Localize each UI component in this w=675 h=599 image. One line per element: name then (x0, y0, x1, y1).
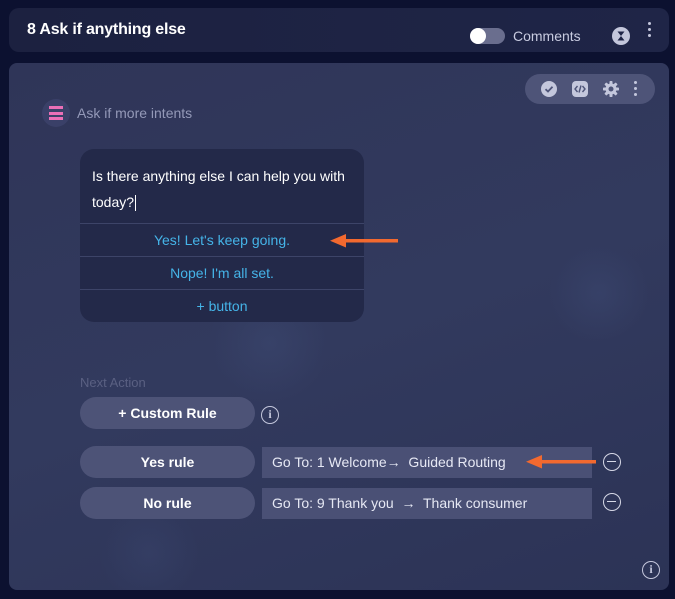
add-button[interactable]: + button (80, 289, 364, 322)
yes-rule-button[interactable]: Yes rule (80, 446, 255, 478)
remove-rule-icon[interactable] (603, 493, 621, 511)
no-rule-goto[interactable]: Go To: 9 Thank you → Thank consumer (262, 488, 592, 519)
no-rule-button[interactable]: No rule (80, 487, 255, 519)
message-text[interactable]: Is there anything else I can help you wi… (92, 163, 357, 215)
interaction-title: 8 Ask if anything else (27, 21, 186, 38)
message-card: Is there anything else I can help you wi… (80, 149, 364, 322)
annotation-arrow-icon (526, 455, 596, 469)
custom-rule-button[interactable]: + Custom Rule (80, 397, 255, 429)
annotation-arrow-icon (330, 234, 398, 248)
toggle-knob (470, 28, 486, 44)
interaction-panel: Ask if more intents Is there anything el… (9, 63, 669, 590)
remove-rule-icon[interactable] (603, 453, 621, 471)
panel-info-icon[interactable]: i (642, 561, 660, 579)
check-circle-icon[interactable] (541, 81, 557, 97)
text-caret (135, 195, 137, 212)
comments-label: Comments (513, 28, 581, 44)
hourglass-icon[interactable] (612, 27, 630, 45)
quick-reply-button[interactable]: Yes! Let's keep going. (80, 223, 364, 256)
more-vertical-icon[interactable] (634, 81, 638, 99)
info-icon[interactable]: i (261, 406, 279, 424)
next-action-label: Next Action (80, 375, 146, 390)
comments-toggle[interactable] (470, 28, 505, 44)
interaction-toolbar (525, 74, 655, 104)
quick-reply-button[interactable]: Nope! I'm all set. (80, 256, 364, 289)
gear-icon[interactable] (603, 81, 619, 97)
header-more-icon[interactable] (648, 22, 652, 40)
step-label: Ask if more intents (77, 105, 193, 121)
code-icon[interactable] (572, 81, 588, 97)
interaction-header: 8 Ask if anything else Comments (9, 8, 669, 52)
menu-lines-icon (42, 99, 70, 127)
